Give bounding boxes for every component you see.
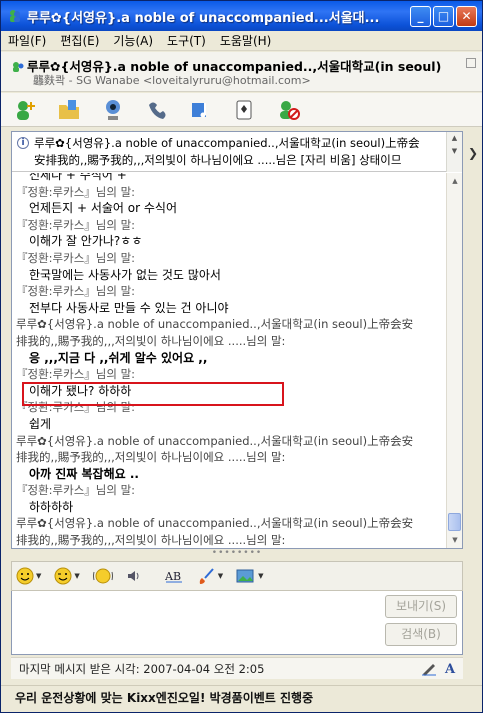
last-message-time: 마지막 메시지 받은 시각: 2007-04-04 오전 2:05 xyxy=(19,661,265,676)
folder-send-icon xyxy=(59,99,79,119)
speaker-icon xyxy=(127,571,139,581)
message-input[interactable] xyxy=(16,595,376,649)
sender-line: 루루✿{서영유}.a noble of unaccompanied..,서울대학… xyxy=(16,516,414,531)
handwriting-icon[interactable] xyxy=(421,660,437,676)
buddy-status-icon xyxy=(13,62,24,72)
sender-line: 루루✿{서영유}.a noble of unaccompanied..,서울대학… xyxy=(16,317,414,332)
contact-header: 루루✿{서영유}.a noble of unaccompanied..,서울대학… xyxy=(1,52,482,92)
nudge-icon xyxy=(92,568,113,584)
message-line: 전세다 + 수식어 + xyxy=(29,173,127,182)
block-contact-button[interactable] xyxy=(275,96,303,124)
nudge-button[interactable] xyxy=(92,567,113,585)
menu-bar: 파일(F) 편집(E) 기능(A) 도구(T) 도움말(H) xyxy=(1,31,482,51)
sender-line: 排我的,,賜予我的,,,저의빛이 하나님이에요 .....님의 말: xyxy=(16,333,286,348)
picture-icon xyxy=(236,569,254,583)
menu-file[interactable]: 파일(F) xyxy=(1,32,53,49)
add-contact-icon xyxy=(17,100,35,120)
info-icon: i xyxy=(17,137,29,149)
block-icon xyxy=(280,100,300,120)
input-toolbar: ▼ ▼ AB ▼ ▼ xyxy=(11,561,463,591)
title-bar[interactable]: 루루✿{서영유}.a noble of unaccompanied...서울대.… xyxy=(1,1,482,31)
close-button[interactable]: ✕ xyxy=(456,5,477,27)
send-button[interactable]: 보내기(S) xyxy=(385,595,457,618)
expand-panel-icon[interactable]: ❯ xyxy=(468,146,478,160)
pane-splitter[interactable]: •••••••• xyxy=(11,549,463,558)
action-toolbar xyxy=(1,93,482,127)
message-line: 전부다 사동사로 만들 수 있는 건 아니야 xyxy=(29,300,229,315)
chat-history-panel: i 루루✿{서영유}.a noble of unaccompanied..,서울… xyxy=(11,131,463,549)
maximize-button[interactable]: □ xyxy=(433,5,454,27)
window-title: 루루✿{서영유}.a noble of unaccompanied...서울대.… xyxy=(27,10,380,26)
minimize-button[interactable]: _ xyxy=(410,5,431,27)
menu-actions[interactable]: 기능(A) xyxy=(106,32,160,49)
scroll-thumb[interactable] xyxy=(448,513,461,531)
webcam-icon xyxy=(106,99,120,120)
message-line: 하하하하 xyxy=(29,499,74,514)
voice-call-button[interactable] xyxy=(143,96,171,124)
invite-contact-button[interactable] xyxy=(11,96,39,124)
message-line: 언제든지 + 서술어 or 수식어 xyxy=(29,201,177,216)
send-picture-button[interactable]: ▼ xyxy=(236,567,264,585)
sender-line: 『정환:루카스』님의 말: xyxy=(16,367,136,382)
emoticon-button[interactable]: ▼ xyxy=(16,567,41,585)
highlight-box xyxy=(22,382,284,406)
menu-tools[interactable]: 도구(T) xyxy=(160,32,213,49)
status-bar: 마지막 메시지 받은 시각: 2007-04-04 오전 2:05 A xyxy=(11,657,463,679)
wink-icon xyxy=(54,567,72,585)
sender-line: 排我的,,賜予我的,,,저의빛이 하나님이에요 .....님의 말: xyxy=(16,533,286,548)
menu-help[interactable]: 도움말(H) xyxy=(213,32,279,49)
svg-text:AB: AB xyxy=(165,570,181,583)
smiley-icon xyxy=(16,567,34,585)
message-line: 아까 진짜 복잡해요 .. xyxy=(29,466,139,481)
chat-log: 전세다 + 수식어 + 『정환:루카스』님의 말: 언제든지 + 서술어 or 수식… xyxy=(12,173,446,548)
message-line: 이해가 잘 안가나?ㅎㅎ xyxy=(29,234,143,249)
messenger-window: 루루✿{서영유}.a noble of unaccompanied...서울대.… xyxy=(0,0,483,713)
sender-line: 排我的,,賜予我的,,,저의빛이 하나님이에요 .....님의 말: xyxy=(16,450,286,465)
voice-clip-button[interactable] xyxy=(126,568,142,584)
scroll-up-icon[interactable]: ▲ xyxy=(447,173,463,189)
sender-line: 『정환:루카스』님의 말: xyxy=(16,483,136,498)
activities-button[interactable] xyxy=(187,96,215,124)
sender-line: 『정환:루카스』님의 말: xyxy=(16,217,136,232)
sender-line: 『정환:루카스』님의 말: xyxy=(16,250,136,265)
message-line: 한국말에는 사동사가 없는 것도 많아서 xyxy=(29,267,221,282)
paintbrush-icon xyxy=(199,568,214,584)
buddy-subinfo: 龘麩콱 - SG Wanabe <loveitalyruru@hotmail.c… xyxy=(33,74,311,87)
message-line: 쉽게 xyxy=(29,416,52,431)
message-line: 응 ,,,지금 다 ,,쉬게 알수 있어요 ,, xyxy=(29,350,208,365)
music-icon xyxy=(192,102,206,117)
font-icon: AB xyxy=(165,570,182,583)
send-file-button[interactable] xyxy=(55,96,83,124)
cards-icon xyxy=(236,100,252,119)
font-button[interactable]: AB xyxy=(165,568,185,584)
chat-scrollbar[interactable]: ▲ ▼ xyxy=(446,173,462,548)
search-button[interactable]: 검색(B) xyxy=(385,623,457,646)
sender-line: 『정환:루카스』님의 말: xyxy=(16,184,136,199)
scroll-down-icon[interactable]: ▼ xyxy=(447,532,463,548)
svg-text:A: A xyxy=(444,662,456,676)
background-button[interactable]: ▼ xyxy=(198,567,223,585)
webcam-button[interactable] xyxy=(99,96,127,124)
scroll-up-icon[interactable]: ▲ xyxy=(447,132,462,145)
advertisement-banner[interactable]: 우리 운전상황에 맞는 Kixx엔진오일! 박경품이벤트 진행중 xyxy=(1,685,482,711)
sender-line: 루루✿{서영유}.a noble of unaccompanied..,서울대학… xyxy=(16,433,414,448)
scroll-down-icon[interactable]: ▼ xyxy=(447,145,462,158)
wink-button[interactable]: ▼ xyxy=(54,567,80,585)
notice-scrollbar[interactable]: ▲ ▼ xyxy=(446,132,462,172)
games-button[interactable] xyxy=(231,96,259,124)
phone-icon xyxy=(149,102,166,119)
menu-edit[interactable]: 편집(E) xyxy=(53,32,106,49)
header-pin-icon[interactable] xyxy=(466,58,476,68)
buddy-status-notice: i 루루✿{서영유}.a noble of unaccompanied..,서울… xyxy=(12,132,446,172)
sender-line: 『정환:루카스』님의 말: xyxy=(16,284,136,299)
messenger-buddy-icon xyxy=(10,10,20,22)
text-mode-icon[interactable]: A xyxy=(443,660,459,676)
message-compose-area: 보내기(S) 검색(B) xyxy=(11,591,463,655)
